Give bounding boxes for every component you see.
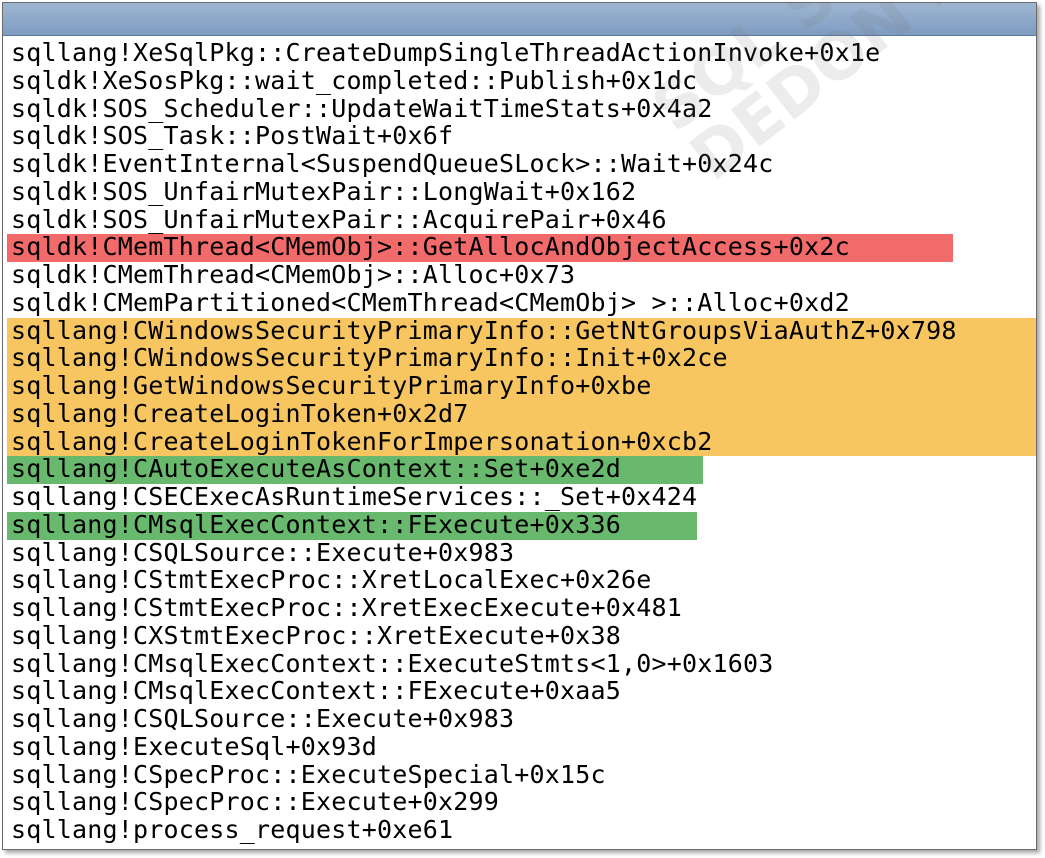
stack-frame-row-highlighted-red[interactable]: sqldk!CMemThread<CMemObj>::GetAllocAndOb… [7,232,1036,262]
window-title-bar[interactable] [3,3,1036,36]
call-stack-list: sqllang!XeSqlPkg::CreateDumpSingleThread… [7,39,1036,844]
stack-frame-text: sqllang!CAutoExecuteAsContext::Set+0xe2d [11,454,622,484]
stack-frame-text: sqllang!CSpecProc::ExecuteSpecial+0x15c [11,759,606,789]
stack-frame-text: sqldk!SOS_Scheduler::UpdateWaitTimeStats… [11,93,713,123]
stack-frame-text: sqllang!CreateLoginToken+0x2d7 [11,398,469,428]
stack-frame-text: sqllang!CStmtExecProc::XretExecExecute+0… [11,593,683,622]
stack-frame-row-highlighted-green[interactable]: sqllang!CAutoExecuteAsContext::Set+0xe2d [7,454,1036,484]
stack-frame-text: sqllang!ExecuteSql+0x93d [11,731,378,761]
stack-frame-row[interactable]: sqldk!CMemThread<CMemObj>::Alloc+0x73 [11,261,1036,289]
stack-frame-text: sqllang!CSECExecAsRuntimeServices::_Set+… [11,482,698,511]
stack-frame-text: sqldk!XeSosPkg::wait_completed::Publish+… [11,65,698,95]
stack-frame-text: sqllang!CSpecProc::Execute+0x299 [11,787,500,817]
stack-frame-row[interactable]: sqllang!process_request+0xe61 [11,816,1036,844]
stack-frame-row-highlighted-orange[interactable]: sqllang!CWindowsSecurityPrimaryInfo::Ini… [7,343,1036,373]
stack-frame-text: sqldk!EventInternal<SuspendQueueSLock>::… [11,149,774,178]
stack-frame-row[interactable]: sqldk!XeSosPkg::wait_completed::Publish+… [11,65,1036,95]
stack-frame-text: sqllang!process_request+0xe61 [11,815,454,844]
stack-frame-text: sqllang!CXStmtExecProc::XretExecute+0x38 [11,620,622,650]
stack-frame-row[interactable]: sqllang!CSQLSource::Execute+0x983 [11,537,1036,567]
stack-frame-row[interactable]: sqllang!CXStmtExecProc::XretExecute+0x38 [11,620,1036,650]
stack-frame-row[interactable]: sqllang!CStmtExecProc::XretExecExecute+0… [11,594,1036,622]
stack-window: sqllang!XeSqlPkg::CreateDumpSingleThread… [2,2,1037,850]
stack-frame-text: sqllang!CMsqlExecContext::ExecuteStmts<1… [11,648,774,678]
stack-frame-row-highlighted-orange[interactable]: sqllang!CreateLoginTokenForImpersonation… [7,426,1036,457]
stack-frame-text: sqllang!CWindowsSecurityPrimaryInfo::Get… [11,315,957,345]
stack-frame-text: sqllang!XeSqlPkg::CreateDumpSingleThread… [11,38,881,67]
stack-frame-row[interactable]: sqllang!ExecuteSql+0x93d [11,731,1036,761]
stack-frame-text: sqldk!SOS_UnfairMutexPair::AcquirePair+0… [11,204,667,234]
stack-frame-row[interactable]: sqldk!SOS_UnfairMutexPair::AcquirePair+0… [11,204,1036,234]
stack-frame-text: sqllang!CMsqlExecContext::FExecute+0xaa5 [11,676,622,706]
stack-frame-row[interactable]: sqldk!CMemPartitioned<CMemThread<CMemObj… [11,287,1036,317]
stack-frame-row-highlighted-orange[interactable]: sqllang!GetWindowsSecurityPrimaryInfo+0x… [7,371,1036,401]
stack-frame-text: sqldk!CMemThread<CMemObj>::Alloc+0x73 [11,260,576,289]
stack-frame-text: sqllang!CStmtExecProc::XretLocalExec+0x2… [11,565,652,595]
stack-frame-text: sqldk!SOS_Task::PostWait+0x6f [11,121,454,151]
stack-frame-row[interactable]: sqllang!CSpecProc::Execute+0x299 [11,788,1036,816]
stack-frame-row[interactable]: sqldk!SOS_UnfairMutexPair::LongWait+0x16… [11,176,1036,206]
stack-frame-row[interactable]: sqllang!CMsqlExecContext::FExecute+0xaa5 [11,677,1036,705]
stack-frame-row[interactable]: sqllang!CStmtExecProc::XretLocalExec+0x2… [11,566,1036,594]
stack-frame-row-highlighted-green[interactable]: sqllang!CMsqlExecContext::FExecute+0x336 [7,509,1036,540]
stack-frame-text: sqldk!CMemPartitioned<CMemThread<CMemObj… [11,287,850,317]
stack-frame-row[interactable]: sqllang!CMsqlExecContext::ExecuteStmts<1… [11,648,1036,678]
stack-frame-row-highlighted-orange[interactable]: sqllang!CWindowsSecurityPrimaryInfo::Get… [7,315,1036,346]
stack-frame-text: sqllang!CWindowsSecurityPrimaryInfo::Ini… [11,343,728,373]
stack-frame-text: sqllang!CSQLSource::Execute+0x983 [11,704,515,733]
stack-frame-row[interactable]: sqldk!SOS_Task::PostWait+0x6f [11,122,1036,150]
stack-frame-text: sqldk!CMemThread<CMemObj>::GetAllocAndOb… [11,232,850,262]
stack-frame-row[interactable]: sqllang!CSQLSource::Execute+0x983 [11,705,1036,733]
stack-frame-row[interactable]: sqldk!SOS_Scheduler::UpdateWaitTimeStats… [11,93,1036,123]
stack-frame-row[interactable]: sqldk!EventInternal<SuspendQueueSLock>::… [11,150,1036,178]
stack-frame-text: sqllang!GetWindowsSecurityPrimaryInfo+0x… [11,371,652,400]
stack-frame-text: sqldk!SOS_UnfairMutexPair::LongWait+0x16… [11,176,637,206]
stack-frame-row[interactable]: sqllang!CSECExecAsRuntimeServices::_Set+… [11,483,1036,511]
stack-frame-text: sqllang!CreateLoginTokenForImpersonation… [11,426,713,456]
stack-frame-text: sqllang!CSQLSource::Execute+0x983 [11,537,515,567]
stack-frame-row-highlighted-orange[interactable]: sqllang!CreateLoginToken+0x2d7 [7,398,1036,429]
stack-frame-row[interactable]: sqllang!CSpecProc::ExecuteSpecial+0x15c [11,759,1036,789]
stack-frame-row[interactable]: sqllang!XeSqlPkg::CreateDumpSingleThread… [11,39,1036,67]
stack-frame-text: sqllang!CMsqlExecContext::FExecute+0x336 [11,509,622,539]
